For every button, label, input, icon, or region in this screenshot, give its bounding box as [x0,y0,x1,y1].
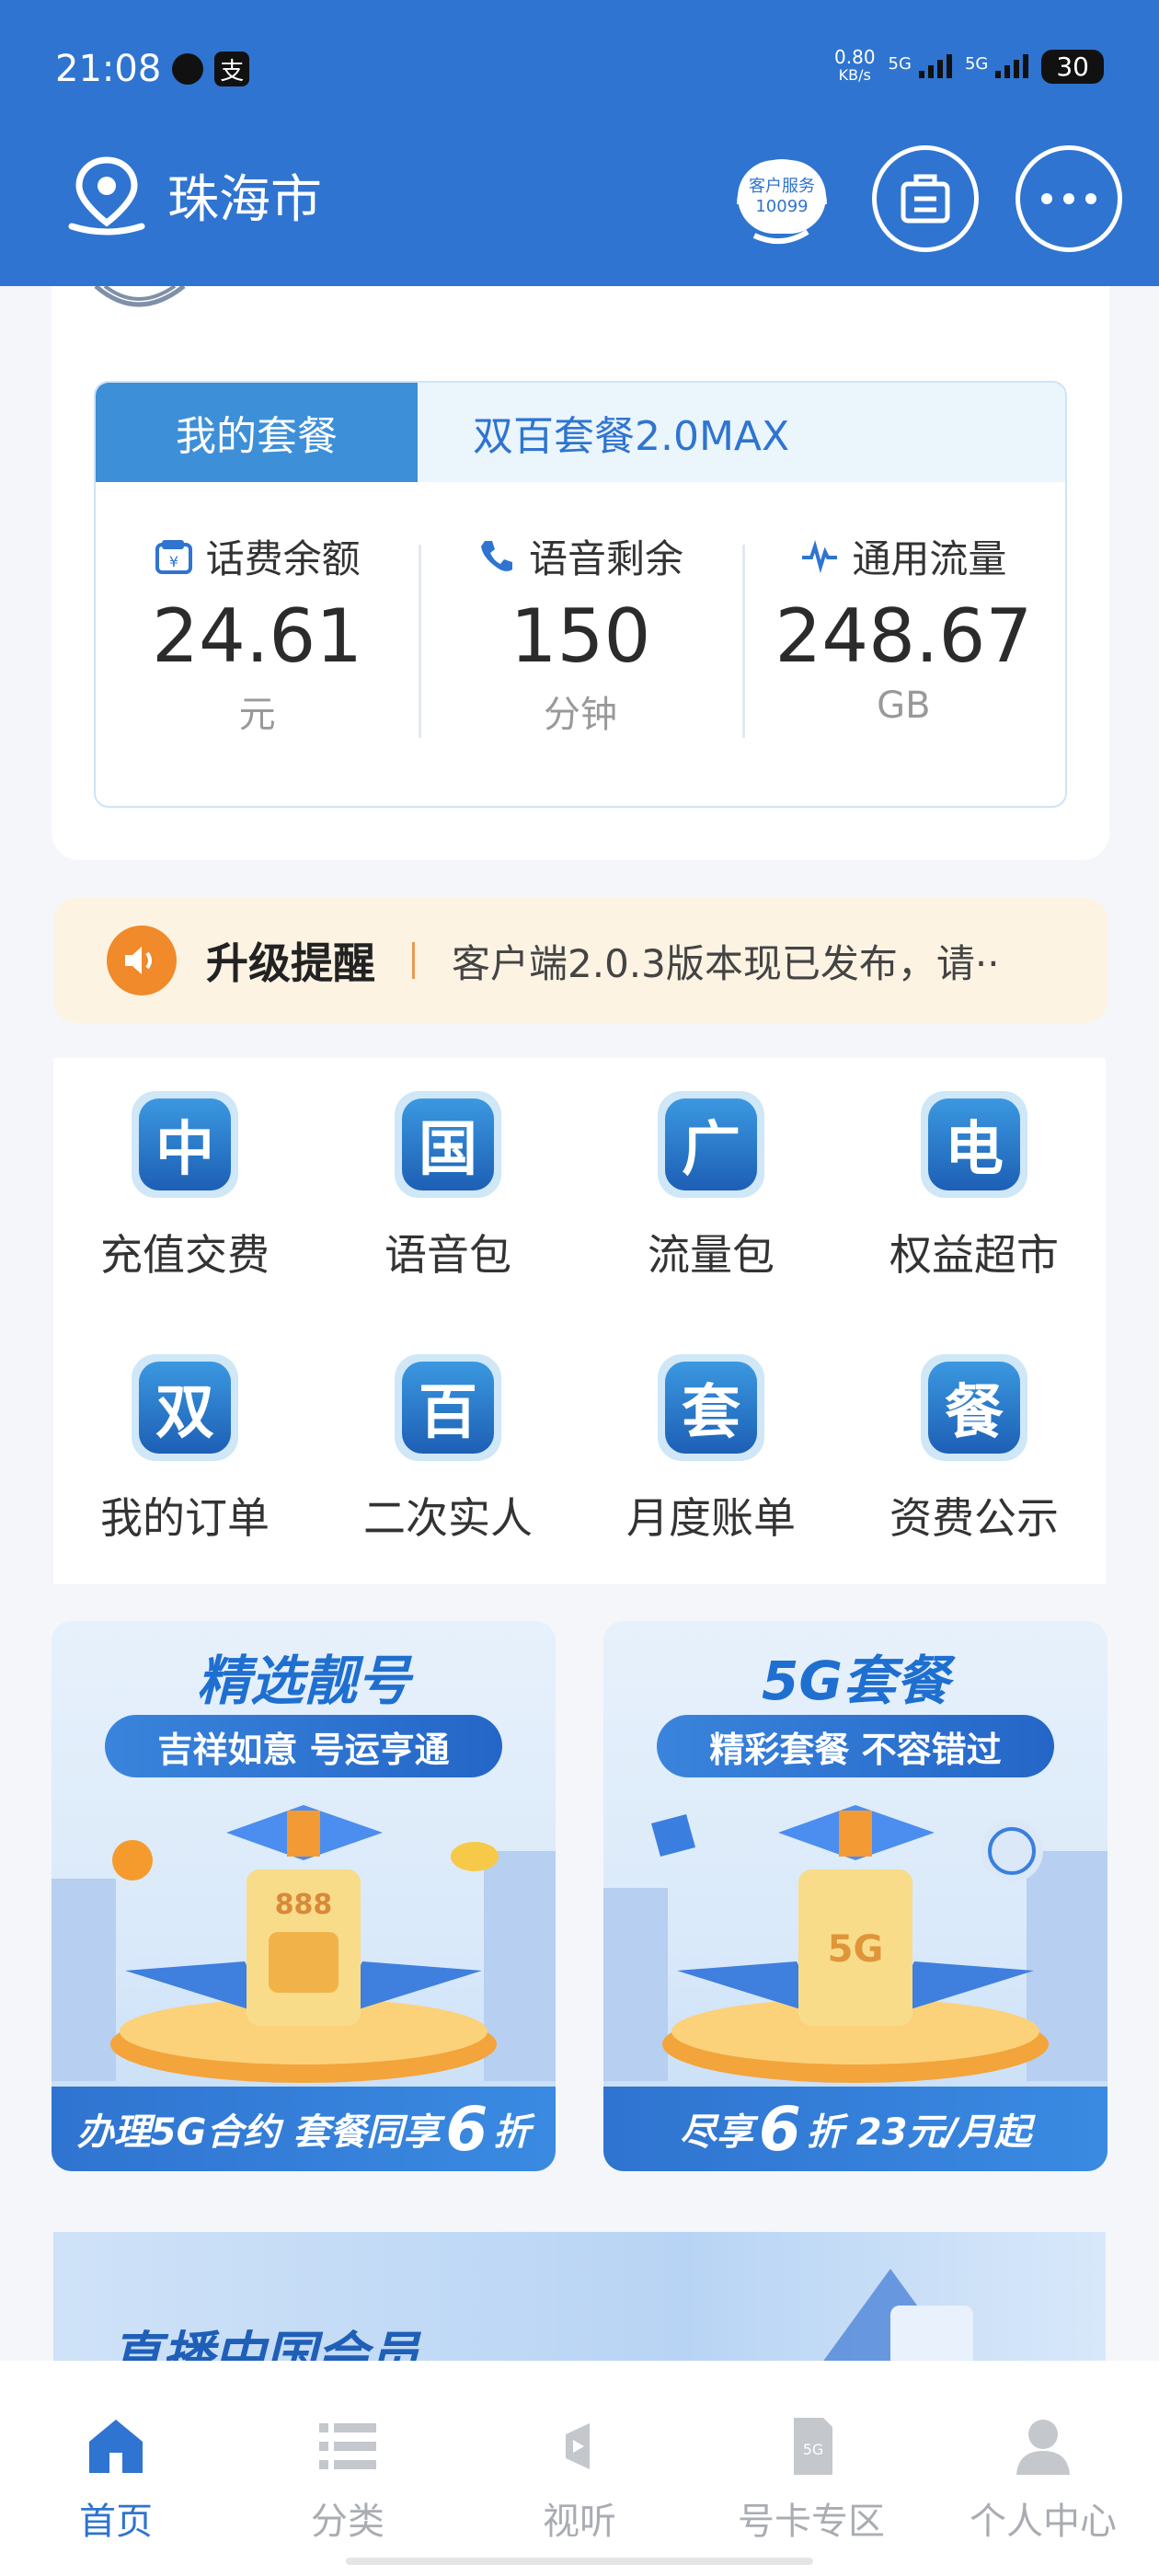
service-my-orders[interactable]: 双我的订单 [53,1321,316,1584]
plan-name: 双百套餐2.0MAX [473,413,790,460]
service-reverify[interactable]: 百二次实人 [316,1321,580,1584]
plan-card[interactable]: 我的套餐 双百套餐2.0MAX ¥ 话费余额 24.61 元 语音剩余 150 … [94,381,1067,808]
battery-indicator: 30 [1041,49,1104,84]
speaker-icon [107,926,177,995]
status-bar-left: 21:08 支 [55,48,250,90]
sim-card-icon: 5G [794,2418,832,2475]
network-speed: 0.80 KB/s [834,46,876,84]
balance-stat[interactable]: ¥ 话费余额 24.61 元 [96,528,419,806]
recharge-icon: 中 [132,1091,238,1198]
pulse-icon [802,539,838,573]
status-bar-right: 0.80 KB/s 5G 5G 30 [834,48,1104,85]
list-icon [319,2423,376,2469]
avatar-partial-icon [94,286,186,307]
data-value: 248.67 [775,593,1033,679]
benefits-icon: 电 [921,1091,1027,1198]
customer-service-button[interactable]: 客户服务 10099 [727,147,837,248]
voice-pack-icon: 国 [395,1091,501,1198]
bag-icon [901,174,950,224]
voice-value: 150 [510,593,651,679]
notice-message: 客户端2.0.3版本现已发布，请·· [452,940,1000,986]
plan-section: 我的套餐 双百套餐2.0MAX ¥ 话费余额 24.61 元 语音剩余 150 … [52,286,1109,860]
svg-text:5G: 5G [828,1928,884,1971]
data-pack-icon: 广 [658,1091,764,1198]
status-time: 21:08 [55,48,162,90]
signal-icon: 5G [889,54,952,78]
app-header: 21:08 支 0.80 KB/s 5G 5G 30 珠海市 客户服务 1009… [0,0,1159,286]
voice-stat[interactable]: 语音剩余 150 分钟 [419,528,741,806]
media-icon [566,2423,590,2469]
reverify-icon: 百 [395,1354,501,1461]
tab-personal-center[interactable]: 个人中心 [927,2361,1159,2576]
location-pin-icon [68,156,145,236]
service-grid: 中充值交费 国语音包 广流量包 电权益超市 双我的订单 百二次实人 套月度账单 … [53,1058,1106,1584]
gift-box-5g-illustration: 5G [603,1805,1107,2083]
wallet-icon: ¥ [155,539,192,574]
service-benefits-market[interactable]: 电权益超市 [843,1058,1106,1321]
svg-text:5G: 5G [803,2441,824,2458]
member-illustration [817,2269,973,2370]
signal-icon-2: 5G [965,54,1029,78]
home-indicator[interactable] [346,2558,813,2565]
tariff-icon: 餐 [921,1354,1027,1461]
location-selector[interactable]: 珠海市 [63,155,322,236]
bag-button[interactable] [872,145,979,252]
orders-icon: 双 [132,1354,238,1461]
bottom-tab-bar: 首页 分类 视听 5G 号卡专区 个人中心 [0,2361,1159,2576]
phone-icon [480,540,512,571]
notice-title: 升级提醒 [206,938,375,988]
banner-live-member[interactable]: 直播中国会员 [53,2232,1106,2370]
data-stat[interactable]: 通用流量 248.67 GB [741,528,1065,806]
upgrade-notice[interactable]: 升级提醒 客户端2.0.3版本现已发布，请·· [53,898,1107,1023]
tab-sim-zone[interactable]: 5G 号卡专区 [695,2361,927,2576]
svg-text:¥: ¥ [169,553,178,570]
tab-media[interactable]: 视听 [464,2361,695,2576]
svg-text:888: 888 [275,1889,333,1921]
city-name: 珠海市 [167,169,322,230]
service-data-pack[interactable]: 广流量包 [580,1058,843,1321]
alipay-notification-icon: 支 [214,52,250,86]
more-button[interactable] [1016,145,1122,252]
more-dots-icon [1041,193,1096,204]
balance-value: 24.61 [152,593,363,679]
banner-lucky-number[interactable]: 精选靓号 吉祥如意 号运亨通 888 办理5G合约 套餐同享 6 折 [52,1621,556,2171]
service-monthly-bill[interactable]: 套月度账单 [580,1321,843,1584]
bill-icon: 套 [658,1354,764,1461]
notification-dot-icon [172,53,204,85]
service-recharge[interactable]: 中充值交费 [53,1058,316,1321]
tab-category[interactable]: 分类 [232,2361,464,2576]
tab-home[interactable]: 首页 [0,2361,232,2576]
home-icon [89,2420,143,2473]
my-plan-tab[interactable]: 我的套餐 [96,383,418,482]
service-tariff[interactable]: 餐资费公示 [843,1321,1106,1584]
person-icon [1016,2420,1070,2475]
service-voice-pack[interactable]: 国语音包 [316,1058,580,1321]
gift-box-sim-illustration: 888 [52,1805,556,2083]
banner-5g-plan[interactable]: 5G套餐 精彩套餐 不容错过 5G 尽享 6 折 23元/月起 [603,1621,1107,2171]
